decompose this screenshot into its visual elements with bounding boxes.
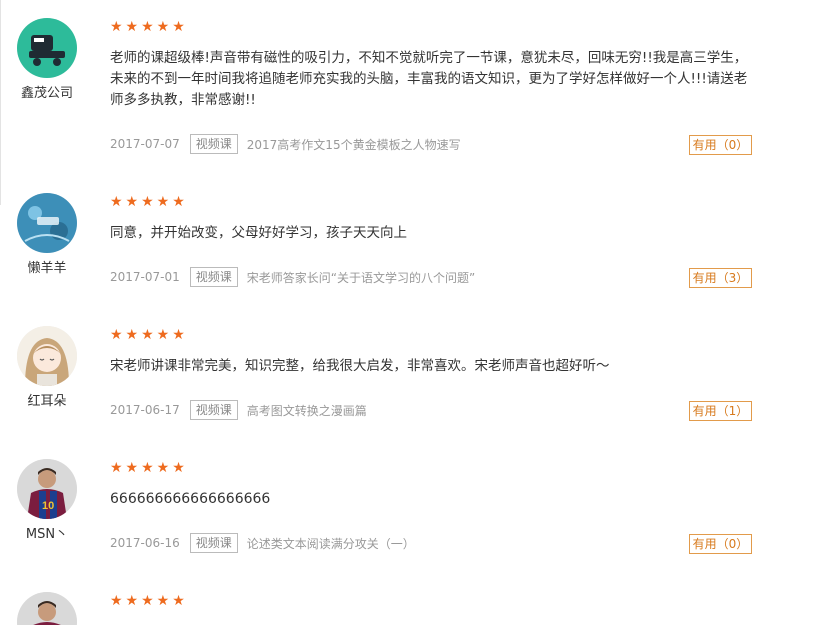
review-meta: 2017-06-16 视频课 论述类文本阅读满分攻关（一） bbox=[110, 533, 415, 553]
course-type-tag: 视频课 bbox=[189, 267, 238, 287]
review-meta: 2017-06-17 视频课 高考图文转换之漫画篇 bbox=[110, 400, 367, 420]
review-date: 2017-06-16 bbox=[110, 536, 180, 550]
review-text: 666666666666666666 bbox=[110, 491, 271, 507]
review-item: 懒羊羊 ★★★★★ 同意，并开始改变，父母好好学习，孩子天天向上 2017-07… bbox=[0, 175, 838, 308]
star-rating: ★★★★★ bbox=[110, 460, 188, 476]
soccer-player-avatar-icon[interactable] bbox=[17, 592, 77, 625]
blue-doodle-avatar-icon[interactable] bbox=[17, 193, 77, 253]
username[interactable]: 懒羊羊 bbox=[0, 257, 94, 276]
username[interactable]: 红耳朵 bbox=[0, 390, 94, 409]
star-rating: ★★★★★ bbox=[110, 593, 188, 609]
course-type-tag: 视频课 bbox=[189, 134, 238, 154]
useful-button[interactable]: 有用（3） bbox=[689, 268, 752, 288]
review-date: 2017-07-01 bbox=[110, 270, 180, 284]
review-date: 2017-07-07 bbox=[110, 137, 180, 151]
review-meta: 2017-07-07 视频课 2017高考作文15个黄金模板之人物速写 bbox=[110, 134, 461, 154]
review-text: 宋老师讲课非常完美，知识完整，给我很大启发，非常喜欢。宋老师声音也超好听～ bbox=[110, 358, 610, 374]
course-type-tag: 视频课 bbox=[189, 400, 238, 420]
review-text: 同意，并开始改变，父母好好学习，孩子天天向上 bbox=[110, 225, 407, 241]
username[interactable]: MSN丶 bbox=[0, 523, 94, 542]
star-rating: ★★★★★ bbox=[110, 327, 188, 343]
review-item: 10 MSN丶 ★★★★★ 666666666666666666 2017-06… bbox=[0, 441, 838, 574]
soccer-player-avatar-icon[interactable]: 10 bbox=[17, 459, 77, 519]
useful-button[interactable]: 有用（1） bbox=[689, 401, 752, 421]
course-title-link[interactable]: 论述类文本阅读满分攻关（一） bbox=[247, 535, 415, 552]
star-rating: ★★★★★ bbox=[110, 19, 188, 35]
review-item: 红耳朵 ★★★★★ 宋老师讲课非常完美，知识完整，给我很大启发，非常喜欢。宋老师… bbox=[0, 308, 838, 441]
course-type-tag: 视频课 bbox=[189, 533, 238, 553]
review-meta: 2017-07-01 视频课 宋老师答家长问“关于语文学习的八个问题” bbox=[110, 267, 475, 287]
course-title-link[interactable]: 宋老师答家长问“关于语文学习的八个问题” bbox=[247, 269, 475, 286]
useful-button[interactable]: 有用（0） bbox=[689, 135, 752, 155]
course-title-link[interactable]: 高考图文转换之漫画篇 bbox=[247, 402, 367, 419]
username[interactable]: 鑫茂公司 bbox=[0, 82, 94, 101]
course-title-link[interactable]: 2017高考作文15个黄金模板之人物速写 bbox=[247, 136, 461, 153]
svg-text:10: 10 bbox=[42, 500, 54, 512]
useful-button[interactable]: 有用（0） bbox=[689, 534, 752, 554]
anime-girl-avatar-icon[interactable] bbox=[17, 326, 77, 386]
roller-skate-avatar-icon[interactable] bbox=[17, 18, 77, 78]
review-item: ★★★★★ bbox=[0, 574, 838, 625]
review-date: 2017-06-17 bbox=[110, 403, 180, 417]
review-item: 鑫茂公司 ★★★★★ 老师的课超级棒!声音带有磁性的吸引力，不知不觉就听完了一节… bbox=[0, 0, 838, 190]
review-text: 老师的课超级棒!声音带有磁性的吸引力，不知不觉就听完了一节课，意犹未尽，回味无穷… bbox=[110, 50, 748, 108]
star-rating: ★★★★★ bbox=[110, 194, 188, 210]
